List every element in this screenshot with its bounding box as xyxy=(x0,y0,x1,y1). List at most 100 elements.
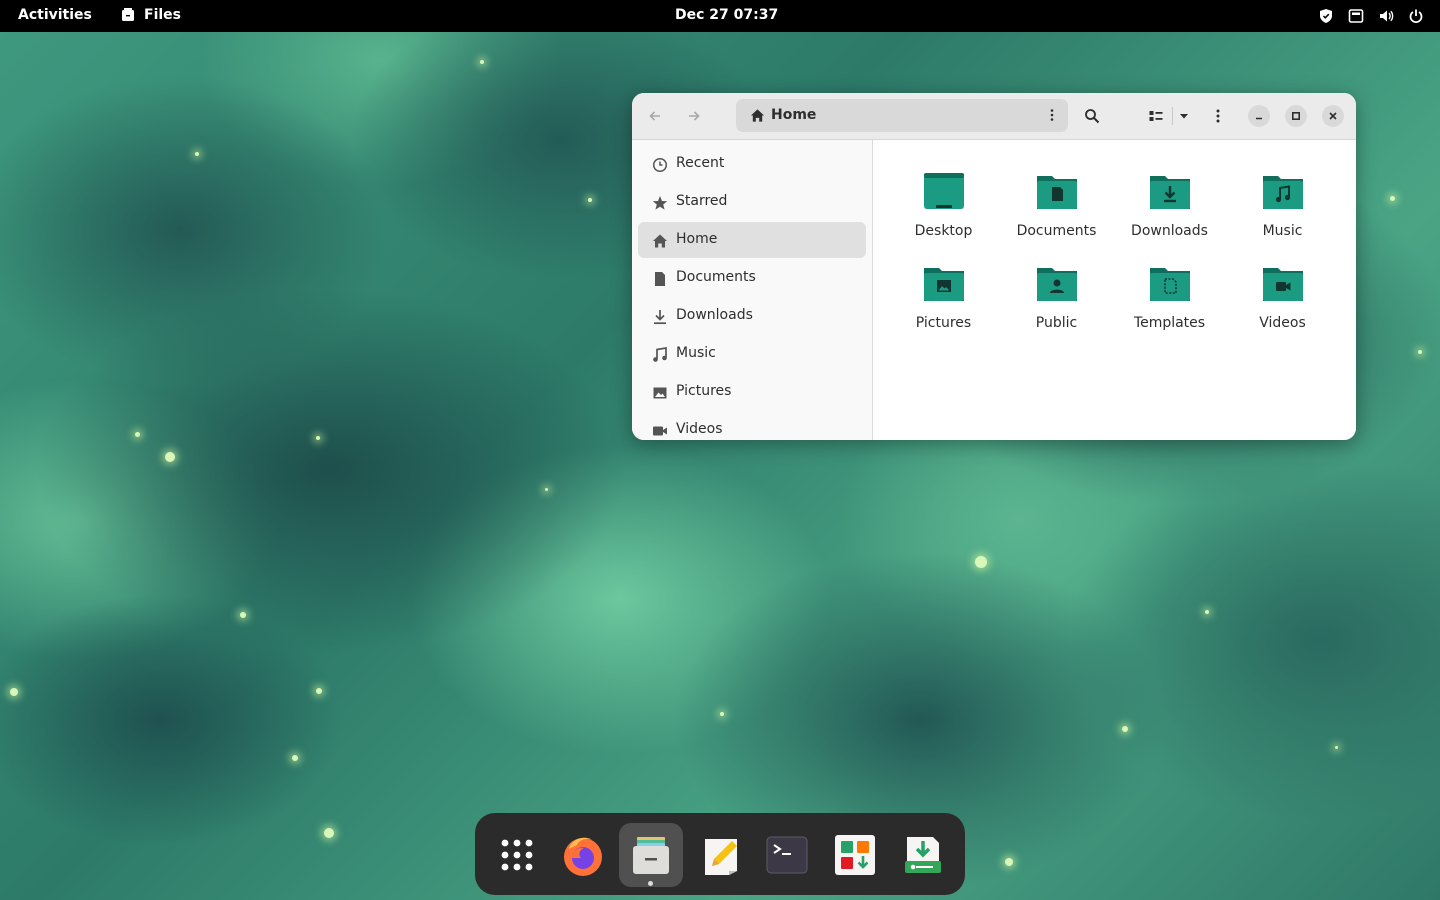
power-icon[interactable] xyxy=(1408,8,1424,24)
system-tray[interactable] xyxy=(1318,8,1424,24)
sidebar-item-label: Pictures xyxy=(676,383,732,399)
folder-label: Pictures xyxy=(915,315,972,331)
sidebar-item-pictures[interactable]: Pictures xyxy=(638,374,866,410)
folder-item-public[interactable]: Public xyxy=(1000,262,1113,352)
shield-icon[interactable] xyxy=(1318,8,1334,24)
sidebar-item-home[interactable]: Home xyxy=(638,222,866,258)
video-icon xyxy=(653,426,667,436)
dock-firefox[interactable] xyxy=(551,823,615,887)
downloads-folder-icon xyxy=(1150,176,1190,209)
folder-item-templates[interactable]: Templates xyxy=(1113,262,1226,352)
volume-icon[interactable] xyxy=(1378,8,1394,24)
close-icon xyxy=(1329,112,1337,120)
path-label: Home xyxy=(771,107,817,123)
app-menu[interactable]: Files xyxy=(120,7,181,23)
document-icon xyxy=(655,272,665,286)
home-icon xyxy=(653,234,667,248)
folder-label: Videos xyxy=(1259,315,1306,331)
minimize-button[interactable] xyxy=(1248,105,1270,127)
running-indicator xyxy=(648,881,653,886)
back-button[interactable] xyxy=(639,100,671,132)
sidebar-item-label: Documents xyxy=(676,269,756,285)
download-icon xyxy=(654,310,666,325)
forward-button[interactable] xyxy=(678,100,710,132)
folder-item-videos[interactable]: Videos xyxy=(1226,262,1339,352)
path-menu-button[interactable] xyxy=(1044,107,1060,123)
keyboard-icon[interactable] xyxy=(1348,8,1364,24)
sidebar-item-downloads[interactable]: Downloads xyxy=(638,298,866,334)
dock-text-editor[interactable] xyxy=(689,823,753,887)
home-icon xyxy=(750,109,765,122)
dock-files[interactable] xyxy=(619,823,683,887)
show-apps-button[interactable] xyxy=(485,823,549,887)
folder-label: Downloads xyxy=(1131,223,1208,239)
folder-item-downloads[interactable]: Downloads xyxy=(1113,170,1226,260)
folder-label: Desktop xyxy=(914,223,973,239)
text-editor-icon xyxy=(705,839,737,875)
star-icon xyxy=(652,196,668,210)
app-grid-icon xyxy=(501,839,533,871)
templates-folder-icon xyxy=(1150,268,1190,301)
minimize-icon xyxy=(1256,117,1262,120)
recent-icon xyxy=(652,157,668,173)
sidebar-item-label: Starred xyxy=(676,193,728,209)
top-bar: Activities Files Dec 27 07:37 xyxy=(0,0,1440,32)
main-menu-button[interactable] xyxy=(1202,100,1234,132)
maximize-button[interactable] xyxy=(1285,105,1307,127)
files-icon xyxy=(633,837,669,874)
list-view-icon xyxy=(1149,111,1163,121)
activities-button[interactable]: Activities xyxy=(18,7,92,23)
sidebar-item-label: Downloads xyxy=(676,307,753,323)
desktop-folder-icon xyxy=(924,173,964,209)
kebab-menu-icon xyxy=(1216,109,1220,123)
software-icon xyxy=(835,835,875,875)
search-icon xyxy=(1085,109,1100,124)
picture-icon xyxy=(653,387,667,399)
folder-item-pictures[interactable]: Pictures xyxy=(887,262,1000,352)
clock[interactable]: Dec 27 07:37 xyxy=(675,7,778,23)
files-window: Home Recent Starred Home Documents Downl… xyxy=(632,93,1356,440)
sidebar-item-starred[interactable]: Starred xyxy=(638,184,866,220)
folder-item-desktop[interactable]: Desktop xyxy=(887,170,1000,260)
sidebar-item-videos[interactable]: Videos xyxy=(638,412,866,440)
folder-label: Documents xyxy=(1016,223,1097,239)
folder-grid: Desktop Documents Downloads Music Pictur… xyxy=(873,140,1356,440)
sidebar-item-recent[interactable]: Recent xyxy=(638,146,866,182)
dock-installer[interactable] xyxy=(891,823,955,887)
videos-folder-icon xyxy=(1263,268,1303,301)
firefox-icon xyxy=(564,837,602,876)
arrow-right-icon xyxy=(689,111,700,121)
sidebar-item-label: Recent xyxy=(676,155,725,171)
installer-icon xyxy=(905,837,941,873)
close-button[interactable] xyxy=(1322,105,1344,127)
app-name: Files xyxy=(144,7,181,23)
sidebar-item-label: Videos xyxy=(676,421,723,437)
chevron-down-icon xyxy=(1180,114,1188,119)
sidebar-item-label: Home xyxy=(676,231,718,247)
sidebar-item-music[interactable]: Music xyxy=(638,336,866,372)
folder-label: Music xyxy=(1262,223,1303,239)
folder-label: Public xyxy=(1035,315,1078,331)
header-bar: Home xyxy=(632,93,1356,140)
dock-terminal[interactable] xyxy=(755,823,819,887)
path-bar[interactable]: Home xyxy=(736,99,1068,132)
terminal-icon xyxy=(766,836,808,874)
folder-label: Templates xyxy=(1133,315,1206,331)
music-icon xyxy=(653,347,667,362)
files-app-icon xyxy=(122,8,134,21)
folder-item-documents[interactable]: Documents xyxy=(1000,170,1113,260)
search-button[interactable] xyxy=(1076,100,1108,132)
maximize-icon xyxy=(1291,111,1301,121)
sidebar-item-label: Music xyxy=(676,345,716,361)
view-options-button[interactable] xyxy=(1168,100,1200,132)
dock-software[interactable] xyxy=(823,823,887,887)
music-folder-icon xyxy=(1263,176,1303,209)
public-folder-icon xyxy=(1037,268,1077,301)
kebab-menu-icon xyxy=(1050,109,1054,121)
pictures-folder-icon xyxy=(924,268,964,301)
documents-folder-icon xyxy=(1037,176,1077,209)
arrow-left-icon xyxy=(649,111,660,121)
dock xyxy=(475,813,965,895)
sidebar-item-documents[interactable]: Documents xyxy=(638,260,866,296)
folder-item-music[interactable]: Music xyxy=(1226,170,1339,260)
